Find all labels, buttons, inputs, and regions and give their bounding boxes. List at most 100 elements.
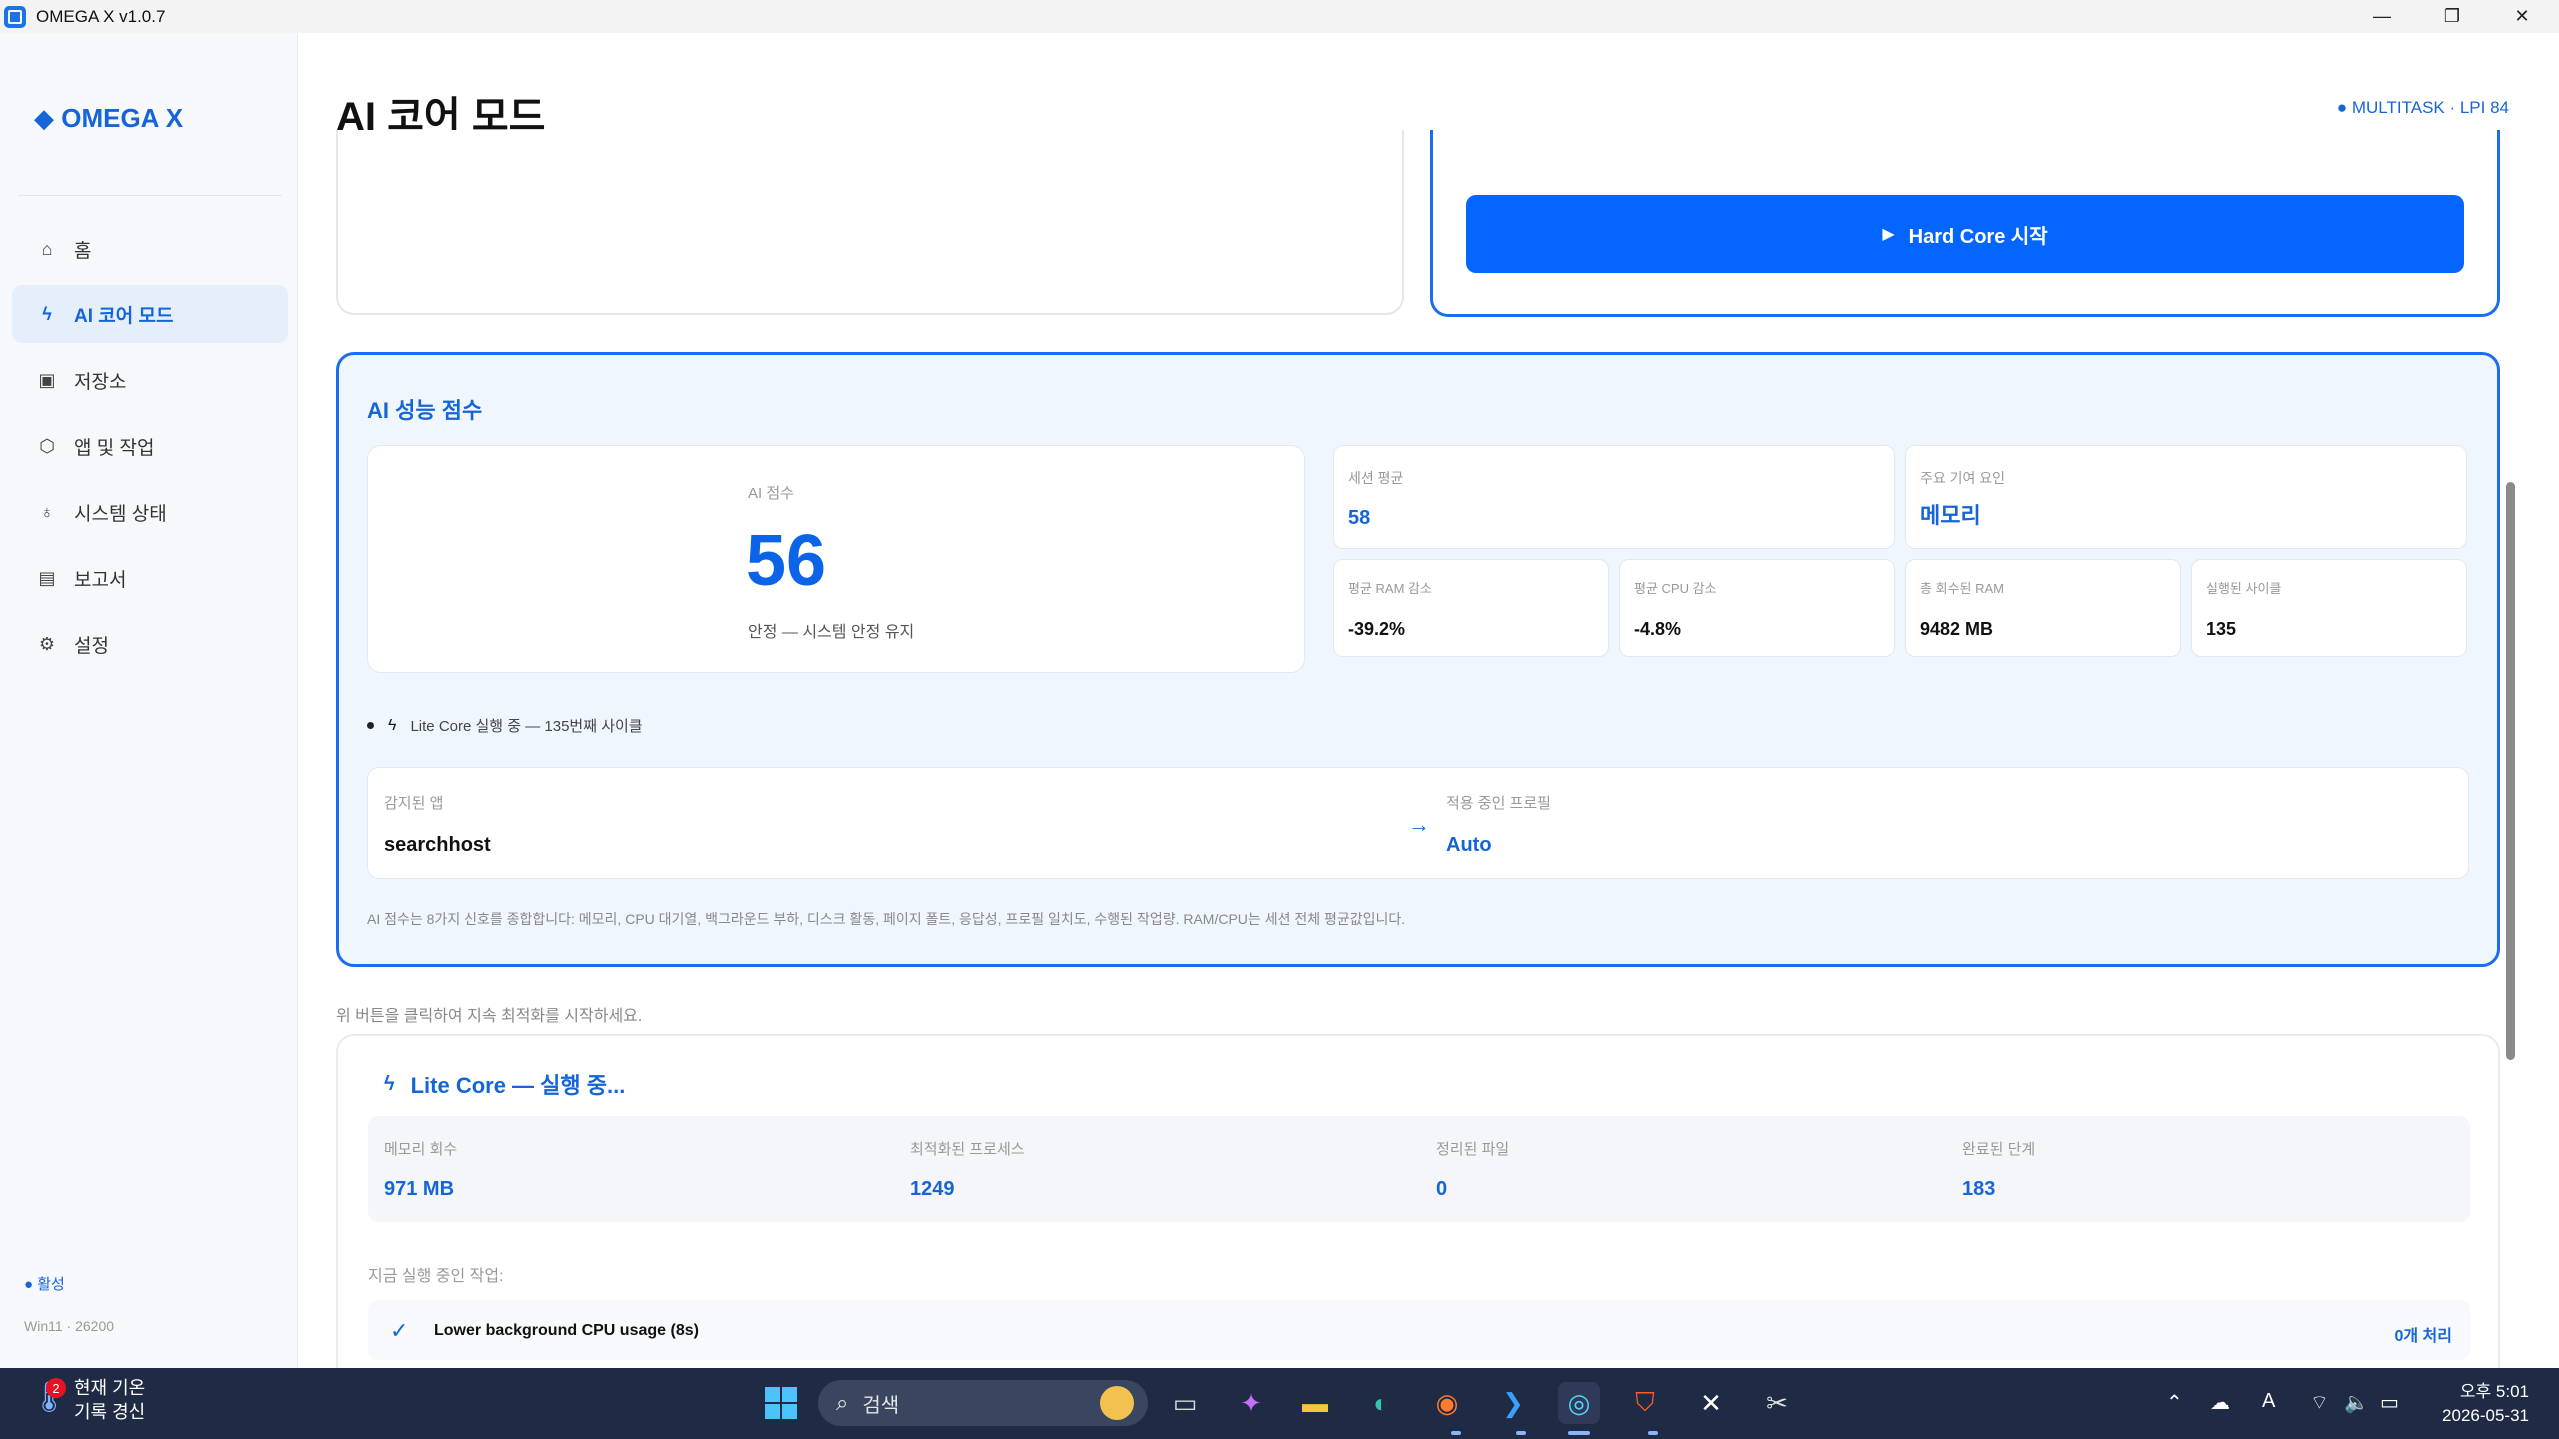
capcut-icon[interactable]: ✕ (1690, 1382, 1732, 1424)
reclaimed-ram-label: 총 회수된 RAM (1920, 581, 2004, 596)
session-average-value: 58 (1348, 507, 1371, 529)
weather-widget[interactable]: 🌡 2 현재 기온 기록 경신 (30, 1376, 145, 1424)
omega-x-icon[interactable]: ◎ (1558, 1382, 1600, 1424)
active-status: ● 활성 (24, 1276, 65, 1293)
sidebar-item-label: 보고서 (74, 569, 127, 591)
copilot-icon[interactable]: ✦ (1230, 1382, 1272, 1424)
cycles-label: 실행된 사이클 (2206, 581, 2282, 596)
brand-logo: ◆ OMEGA X (34, 103, 184, 133)
lite-core-title: ϟ Lite Core — 실행 중... (384, 1068, 625, 1100)
sidebar-item-label: 시스템 상태 (74, 503, 167, 525)
tray-chevron-icon[interactable]: ⌃ (2166, 1390, 2183, 1415)
minimize-button[interactable]: — (2348, 0, 2416, 33)
task-view-icon[interactable]: ▭ (1164, 1382, 1206, 1424)
stethoscope-icon: ♁ (40, 501, 54, 522)
sidebar-divider (18, 195, 282, 196)
ram-reduction-value: -39.2% (1348, 619, 1406, 639)
ai-score-section: AI 성능 점수 AI 점수 56 안정 — 시스템 안정 유지 세션 평균 5… (336, 352, 2500, 967)
chart-icon: ▤ (38, 567, 56, 588)
start-hint: 위 버튼을 클릭하여 지속 최적화를 시작하세요. (336, 1008, 643, 1025)
task-row: ✓ Lower background CPU usage (8s) 0개 처리 (368, 1300, 2470, 1360)
bolt-icon: ϟ (42, 303, 52, 324)
clock-time: 오후 5:01 (2459, 1382, 2529, 1401)
weather-line-1: 현재 기온 (74, 1378, 146, 1398)
mode-badge: ● MULTITASK · LPI 84 (2336, 98, 2509, 117)
cycle-status: ϟ Lite Core 실행 중 — 135번째 사이클 (367, 715, 643, 736)
firefox-icon[interactable]: ◉ (1426, 1382, 1468, 1424)
score-label: AI 점수 (748, 485, 794, 502)
onedrive-icon[interactable]: ☁ (2210, 1390, 2230, 1415)
sidebar-item-label: 앱 및 작업 (74, 437, 155, 459)
cube-icon: ⬡ (39, 435, 55, 456)
ram-reduction-card: 평균 RAM 감소 -39.2% (1333, 559, 1609, 657)
running-indicator (1648, 1431, 1658, 1435)
task-count: 0개 처리 (2394, 1328, 2452, 1345)
file-explorer-icon[interactable]: ▬ (1294, 1382, 1336, 1424)
cycles-value: 135 (2206, 619, 2237, 639)
main-factor-label: 주요 기여 요인 (1920, 470, 2006, 486)
main-factor-card: 주요 기여 요인 메모리 (1905, 445, 2467, 549)
sidebar-item-apps[interactable]: ⬡ 앱 및 작업 (12, 417, 288, 475)
detected-app-value: searchhost (384, 834, 491, 856)
cpu-reduction-value: -4.8% (1634, 619, 1682, 639)
cycles-card: 실행된 사이클 135 (2191, 559, 2467, 657)
sidebar-item-system-status[interactable]: ♁ 시스템 상태 (12, 483, 288, 541)
moon-icon (1100, 1386, 1134, 1420)
search-icon: ⌕ (836, 1390, 849, 1415)
main-factor-value: 메모리 (1920, 503, 1981, 528)
sidebar-item-ai-core[interactable]: ϟ AI 코어 모드 (12, 285, 288, 343)
window-title: OMEGA X v1.0.7 (36, 6, 166, 26)
close-button[interactable]: ✕ (2488, 0, 2556, 33)
arrow-right-icon: → (1408, 812, 1430, 837)
maximize-button[interactable]: ❐ (2418, 0, 2486, 33)
sidebar-item-home[interactable]: ⌂ 홈 (12, 220, 288, 278)
app-icon (4, 5, 26, 28)
edge-icon[interactable]: ◐ (1360, 1382, 1402, 1424)
scrollbar-thumb[interactable] (2506, 482, 2515, 1060)
stat-label: 완료된 단계 (1962, 1141, 2036, 1158)
notification-badge: 2 (46, 1378, 66, 1398)
lite-core-running-section: ϟ Lite Core — 실행 중... 메모리 회수 971 MB 최적화된… (336, 1034, 2500, 1374)
battery-icon[interactable]: ▭ (2380, 1390, 2399, 1415)
profile-value: Auto (1446, 834, 1492, 856)
stat-value: 183 (1962, 1178, 1996, 1200)
ai-score-title: AI 성능 점수 (367, 398, 483, 423)
thermometer-icon: 🌡 2 (30, 1378, 68, 1420)
lite-core-stats: 메모리 회수 971 MB 최적화된 프로세스 1249 정리된 파일 0 완료… (368, 1116, 2470, 1222)
volume-icon[interactable]: 🔈 (2344, 1390, 2369, 1415)
save-icon: ▣ (38, 369, 56, 390)
sidebar-item-reports[interactable]: ▤ 보고서 (12, 549, 288, 607)
score-value: 56 (746, 521, 827, 601)
reclaimed-ram-value: 9482 MB (1920, 619, 1994, 639)
brave-icon[interactable]: ⛉ (1624, 1382, 1666, 1424)
cycle-status-text: Lite Core 실행 중 — 135번째 사이클 (410, 718, 643, 735)
task-name: Lower background CPU usage (8s) (434, 1322, 699, 1339)
stat-label: 정리된 파일 (1436, 1141, 1510, 1158)
search-text: 검색 (862, 1394, 900, 1417)
snipping-tool-icon[interactable]: ✂ (1756, 1382, 1798, 1424)
vscode-icon[interactable]: ❯ (1492, 1382, 1534, 1424)
os-version: Win11 · 26200 (24, 1318, 115, 1334)
gear-icon: ⚙ (38, 633, 56, 654)
lite-core-card (336, 130, 1404, 315)
app-profile-card: 감지된 앱 searchhost → 적용 중인 프로필 Auto (367, 767, 2469, 879)
running-tasks-label: 지금 실행 중인 작업: (368, 1268, 504, 1285)
active-app-indicator (1568, 1431, 1590, 1435)
score-description: 안정 — 시스템 안정 유지 (748, 624, 915, 641)
stat-value: 0 (1436, 1178, 1448, 1200)
cpu-reduction-card: 평균 CPU 감소 -4.8% (1619, 559, 1895, 657)
ime-indicator[interactable]: A (2262, 1390, 2275, 1413)
taskbar-clock[interactable]: 오후 5:01 2026-05-31 (2442, 1380, 2529, 1428)
stat-value: 1249 (910, 1178, 955, 1200)
sidebar-item-settings[interactable]: ⚙ 설정 (12, 615, 288, 673)
detected-app-label: 감지된 앱 (384, 795, 444, 812)
sidebar-item-storage[interactable]: ▣ 저장소 (12, 351, 288, 409)
running-indicator (1451, 1431, 1461, 1435)
sidebar-item-label: 저장소 (74, 371, 127, 393)
wifi-icon[interactable]: ⌔ (2310, 1390, 2329, 1415)
taskbar-search[interactable]: ⌕ 검색 (818, 1380, 1148, 1426)
hard-core-start-button[interactable]: ▶ Hard Core 시작 (1466, 195, 2464, 273)
start-icon[interactable] (760, 1382, 802, 1424)
reclaimed-ram-card: 총 회수된 RAM 9482 MB (1905, 559, 2181, 657)
score-card: AI 점수 56 안정 — 시스템 안정 유지 (367, 445, 1305, 673)
